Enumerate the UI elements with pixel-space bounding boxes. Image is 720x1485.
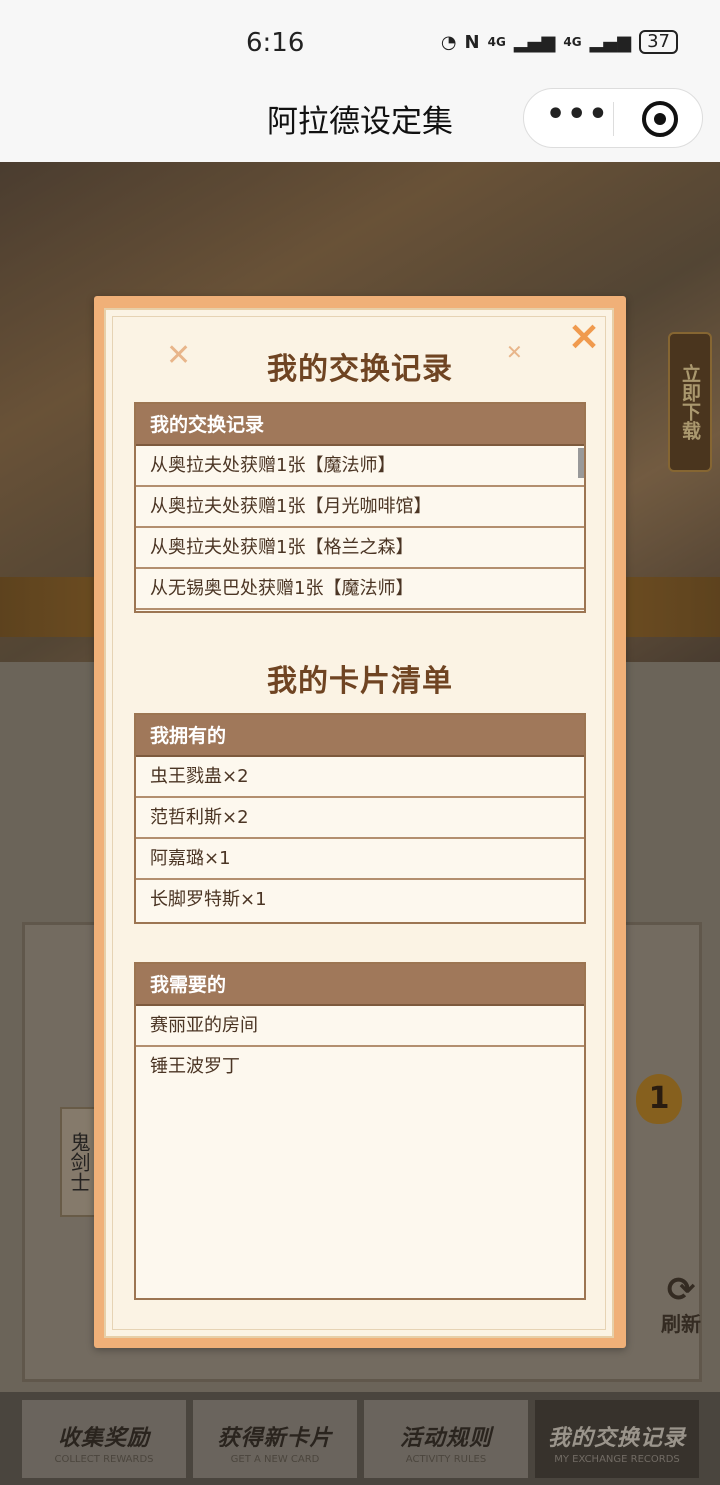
nav-bar: 阿拉德设定集 ••• [0,82,720,162]
nfc-icon: N [464,31,480,53]
exchange-table-header: 我的交换记录 [136,404,584,446]
signal-1-icon: 4G [487,35,506,49]
owned-card-row: 范哲利斯×2 [136,798,584,839]
signal-bars-1-icon: ▂▄▆ [513,31,556,53]
speed-icon: ◔ [440,31,457,53]
close-mini-program-button[interactable] [642,101,678,137]
battery-icon: 37 [639,30,678,54]
exchange-record-row: 从奥拉夫处获赠1张【格兰之森】 [136,528,584,569]
signal-bars-2-icon: ▂▄▆ [589,31,632,53]
exchange-record-row: 从奥拉夫处获赠1张【魔法师】 [136,446,584,487]
more-button[interactable]: ••• [546,100,608,135]
owned-table-header: 我拥有的 [136,715,584,757]
exchange-scrollbar[interactable] [578,448,584,478]
needed-card-row: 锤王波罗丁 [150,1056,240,1077]
exchange-section-title: 我的交换记录 [267,352,453,387]
owned-card-row: 阿嘉璐×1 [136,839,584,880]
needed-cards-table: 我需要的 赛丽亚的房间 锤王波罗丁 [134,962,586,1300]
signal-2-icon: 4G [563,35,582,49]
exchange-record-row: 从奥拉夫处获赠1张【月光咖啡馆】 [136,487,584,528]
cards-section-title: 我的卡片清单 [267,664,453,699]
capsule-divider [613,102,614,136]
owned-card-row: 长脚罗特斯×1 [150,889,267,910]
exchange-record-row: 从无锡奥巴处获赠1张【魔法师】 [136,569,584,610]
status-bar: 6:16 ◔ N 4G ▂▄▆ 4G ▂▄▆ 37 [0,0,720,82]
exchange-records-table[interactable]: 我的交换记录 从奥拉夫处获赠1张【魔法师】 从奥拉夫处获赠1张【月光咖啡馆】 从… [134,402,586,613]
status-time: 6:16 [246,28,305,58]
needed-table-header: 我需要的 [136,964,584,1006]
needed-card-row: 赛丽亚的房间 [136,1006,584,1047]
owned-card-row: 虫王戮蛊×2 [136,757,584,798]
owned-cards-table: 我拥有的 虫王戮蛊×2 范哲利斯×2 阿嘉璐×1 长脚罗特斯×1 [134,713,586,924]
status-icons: ◔ N 4G ▂▄▆ 4G ▂▄▆ 37 [441,30,678,54]
mini-program-capsule: ••• [523,88,703,148]
